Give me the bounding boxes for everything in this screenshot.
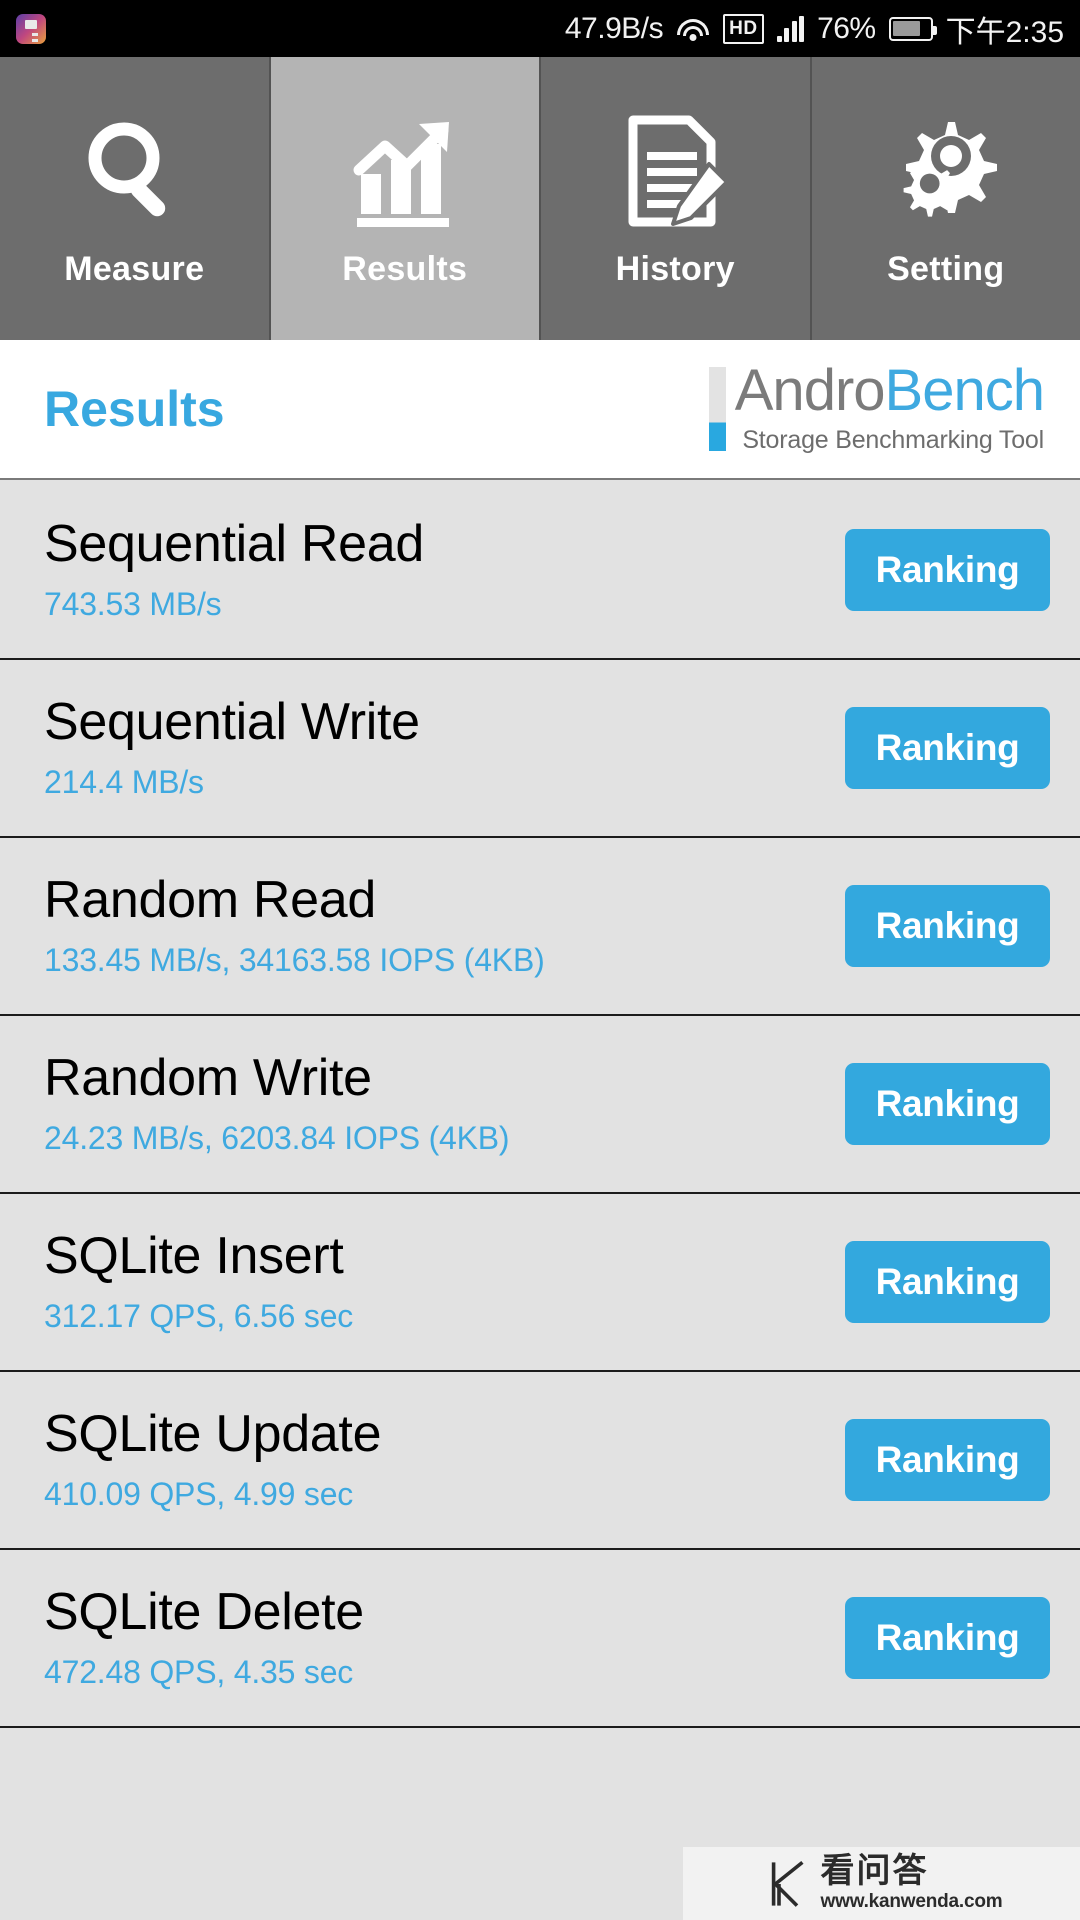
wifi-icon [676, 15, 710, 43]
brand-wordmark: AndroBench [735, 362, 1045, 420]
bar-chart-arrow-icon [345, 108, 465, 236]
hd-icon: HD [723, 13, 764, 44]
row-text-group: Random Read 133.45 MB/s, 34163.58 IOPS (… [44, 873, 545, 980]
brand-subtitle: Storage Benchmarking Tool [742, 425, 1044, 454]
row-text-group: Sequential Read 743.53 MB/s [44, 517, 424, 624]
benchmark-name: Sequential Read [44, 514, 425, 573]
row-text-group: Sequential Write 214.4 MB/s [44, 695, 420, 802]
androbench-logo: AndroBench Storage Benchmarking Tool [708, 362, 1045, 454]
status-bar: 47.9B/s HD 76% 下午2:35 [0, 0, 1080, 57]
phone-screen: 47.9B/s HD 76% 下午2:35 Measure Results Hi… [0, 0, 1080, 1920]
tab-measure-label: Measure [64, 250, 205, 288]
ranking-button[interactable]: Ranking [845, 885, 1050, 967]
ranking-button[interactable]: Ranking [845, 1597, 1050, 1679]
benchmark-value: 312.17 QPS, 6.56 sec [44, 1298, 354, 1335]
row-text-group: SQLite Delete 472.48 QPS, 4.35 sec [44, 1585, 364, 1692]
row-text-group: Random Write 24.23 MB/s, 6203.84 IOPS (4… [44, 1048, 510, 1158]
benchmark-name: Random Write [44, 1048, 372, 1107]
tab-history-label: History [615, 250, 735, 288]
table-row[interactable]: Random Read 133.45 MB/s, 34163.58 IOPS (… [0, 838, 1080, 1016]
watermark-name: 看问答 [820, 1852, 929, 1890]
benchmark-name: SQLite Delete [44, 1582, 364, 1641]
benchmark-name: SQLite Insert [44, 1226, 344, 1285]
brand-bench-text: Bench [884, 358, 1045, 424]
page-header: Results AndroBench Storage Benchmarking … [0, 340, 1080, 480]
benchmark-value: 214.4 MB/s [44, 764, 204, 801]
table-row[interactable]: SQLite Update 410.09 QPS, 4.99 sec Ranki… [0, 1372, 1080, 1550]
signal-bars-icon [776, 15, 805, 42]
tab-results-label: Results [342, 250, 468, 288]
table-row[interactable]: SQLite Insert 312.17 QPS, 6.56 sec Ranki… [0, 1194, 1080, 1372]
page-title: Results [44, 381, 225, 437]
main-tab-bar: Measure Results History Setting [0, 57, 1080, 340]
table-row[interactable]: Sequential Write 214.4 MB/s Ranking [0, 660, 1080, 838]
tab-history[interactable]: History [541, 57, 812, 340]
magnifier-icon [74, 108, 194, 236]
brand-andro-text: Andro [734, 358, 886, 424]
status-bar-right-group: 47.9B/s HD 76% 下午2:35 [565, 7, 1064, 51]
ranking-button[interactable]: Ranking [845, 1063, 1050, 1145]
tab-measure[interactable]: Measure [0, 57, 271, 340]
ranking-button[interactable]: Ranking [845, 1241, 1050, 1323]
benchmark-value: 24.23 MB/s, 6203.84 IOPS (4KB) [44, 1120, 510, 1157]
clock-label: 下午2:35 [945, 15, 1064, 49]
results-list: Sequential Read 743.53 MB/s Ranking Sequ… [0, 482, 1080, 1728]
row-text-group: SQLite Insert 312.17 QPS, 6.56 sec [44, 1229, 353, 1336]
benchmark-value: 410.09 QPS, 4.99 sec [44, 1476, 354, 1513]
tab-setting[interactable]: Setting [811, 57, 1080, 340]
notification-app-icon [16, 13, 46, 44]
benchmark-value: 743.53 MB/s [44, 586, 222, 623]
benchmark-name: SQLite Update [44, 1404, 382, 1463]
battery-icon [888, 16, 937, 41]
document-pencil-icon [615, 108, 735, 236]
tab-setting-label: Setting [887, 250, 1005, 288]
ranking-button[interactable]: Ranking [845, 1419, 1050, 1501]
logo-bar-mark [708, 367, 726, 452]
table-row[interactable]: Random Write 24.23 MB/s, 6203.84 IOPS (4… [0, 1016, 1080, 1194]
table-row[interactable]: SQLite Delete 472.48 QPS, 4.35 sec Ranki… [0, 1550, 1080, 1728]
row-text-group: SQLite Update 410.09 QPS, 4.99 sec [44, 1404, 382, 1514]
kanwenda-k-logo [771, 1860, 804, 1907]
site-watermark: 看问答 www.kanwenda.com [683, 1847, 1080, 1920]
tab-results[interactable]: Results [270, 57, 541, 340]
table-row[interactable]: Sequential Read 743.53 MB/s Ranking [0, 482, 1080, 660]
benchmark-name: Sequential Write [44, 692, 420, 751]
ranking-button[interactable]: Ranking [845, 529, 1050, 611]
watermark-url: www.kanwenda.com [820, 1891, 1003, 1912]
network-speed-label: 47.9B/s [564, 11, 664, 45]
ranking-button[interactable]: Ranking [845, 707, 1050, 789]
battery-percent-label: 76% [817, 11, 876, 45]
benchmark-value: 133.45 MB/s, 34163.58 IOPS (4KB) [44, 942, 545, 979]
benchmark-name: Random Read [44, 870, 377, 929]
gears-icon [886, 108, 1006, 236]
benchmark-value: 472.48 QPS, 4.35 sec [44, 1654, 354, 1691]
